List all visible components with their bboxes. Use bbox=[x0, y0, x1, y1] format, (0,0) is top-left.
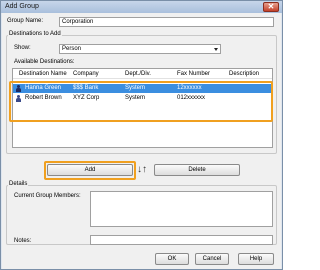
group-name-field[interactable]: Corporation bbox=[59, 17, 274, 27]
show-select-value: Person bbox=[62, 46, 82, 52]
column-header[interactable]: Company bbox=[73, 71, 99, 77]
move-arrows-icon: ↓↑ bbox=[137, 164, 147, 175]
list-item[interactable]: Robert Brown XYZ Corp System 012xxxxxx bbox=[13, 94, 272, 103]
window-title: Add Group bbox=[5, 3, 39, 10]
add-button[interactable]: Add bbox=[47, 164, 133, 176]
close-icon: ✕ bbox=[267, 2, 275, 11]
user-icon bbox=[16, 85, 21, 92]
destination-name: Robert Brown bbox=[25, 95, 62, 101]
notes-label: Notes: bbox=[14, 238, 32, 244]
department: System bbox=[125, 95, 146, 101]
add-group-dialog: Add Group ✕ Group Name: Corporation Dest… bbox=[0, 0, 283, 270]
group-name-label: Group Name: bbox=[7, 18, 44, 24]
column-header[interactable]: Fax Number bbox=[177, 71, 210, 77]
current-members-field[interactable] bbox=[90, 191, 273, 227]
chevron-down-icon bbox=[214, 48, 218, 51]
list-item[interactable]: Hanna Green $$$ Bank System 12xxxxxx bbox=[13, 84, 272, 93]
delete-button[interactable]: Delete bbox=[154, 164, 240, 176]
available-destinations-label: Available Destinations: bbox=[14, 59, 75, 65]
dialog-body: Group Name: Corporation Destinations to … bbox=[2, 13, 281, 269]
company: XYZ Corp bbox=[73, 95, 100, 101]
fax-number: 12xxxxxx bbox=[177, 85, 202, 91]
title-bar[interactable]: Add Group ✕ bbox=[1, 1, 282, 13]
notes-field[interactable] bbox=[90, 235, 273, 245]
fax-number: 012xxxxxx bbox=[177, 95, 206, 101]
ok-button[interactable]: OK bbox=[155, 253, 189, 265]
company: $$$ Bank bbox=[73, 85, 99, 91]
details-group-label: Details bbox=[8, 181, 29, 187]
list-header: Destination Name Company Dept./Div. Fax … bbox=[13, 69, 272, 79]
column-header[interactable]: Dept./Div. bbox=[125, 71, 151, 77]
destination-name: Hanna Green bbox=[25, 85, 62, 91]
column-header[interactable]: Destination Name bbox=[19, 71, 67, 77]
close-button[interactable]: ✕ bbox=[263, 2, 279, 12]
department: System bbox=[125, 85, 146, 91]
available-destinations-list[interactable]: Destination Name Company Dept./Div. Fax … bbox=[12, 68, 273, 148]
destinations-group-label: Destinations to Add bbox=[8, 31, 62, 37]
cancel-button[interactable]: Cancel bbox=[195, 253, 229, 265]
user-icon bbox=[16, 95, 21, 102]
show-label: Show: bbox=[14, 45, 31, 51]
show-select[interactable]: Person bbox=[59, 44, 221, 54]
column-header[interactable]: Description bbox=[229, 71, 259, 77]
help-button[interactable]: Help bbox=[238, 253, 274, 265]
current-members-label: Current Group Members: bbox=[14, 193, 81, 199]
